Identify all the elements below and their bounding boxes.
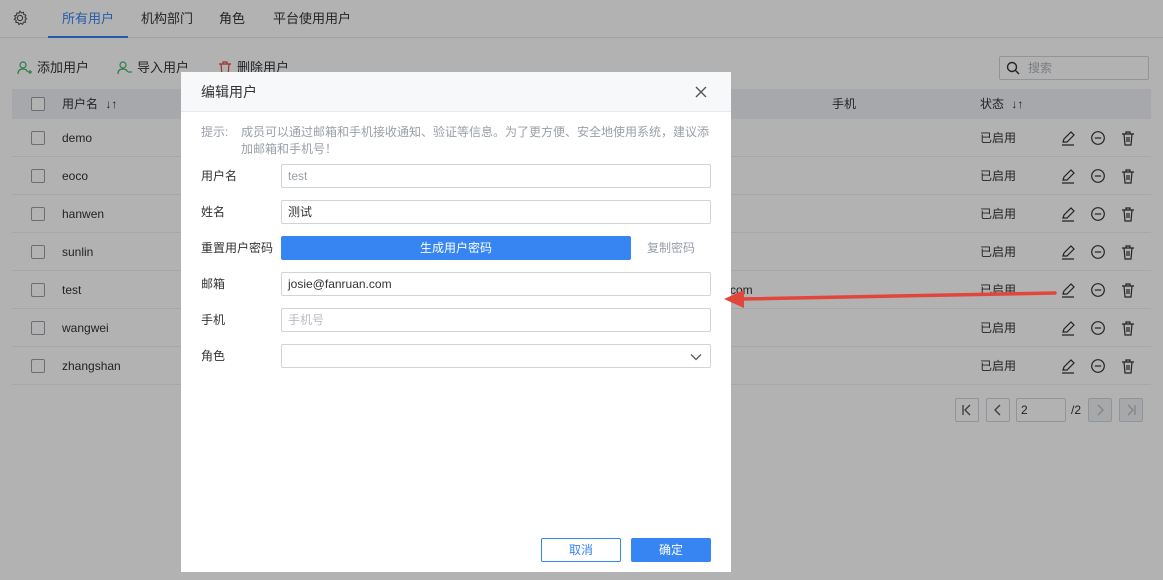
- dialog-title: 编辑用户: [201, 84, 257, 100]
- tip-text: 成员可以通过邮箱和手机接收通知、验证等信息。为了更方便、安全地使用系统，建议添加…: [241, 125, 710, 156]
- reset-password-label: 重置用户密码: [201, 241, 274, 255]
- chevron-down-icon: [690, 354, 702, 361]
- confirm-button[interactable]: 确定: [631, 538, 711, 562]
- role-select[interactable]: [281, 344, 711, 368]
- tip-label: 提示:: [201, 125, 229, 139]
- name-label: 姓名: [201, 205, 226, 219]
- dialog-header: 编辑用户: [181, 72, 731, 112]
- username-field: test: [281, 164, 711, 188]
- username-label: 用户名: [201, 169, 238, 183]
- edit-user-dialog: 编辑用户 提示: 成员可以通过邮箱和手机接收通知、验证等信息。为了更方便、安全地…: [181, 72, 731, 572]
- name-field[interactable]: 测试: [281, 200, 711, 224]
- email-label: 邮箱: [201, 277, 226, 291]
- annotation-arrow-icon: [724, 290, 1057, 308]
- generate-password-button[interactable]: 生成用户密码: [281, 236, 631, 260]
- phone-field[interactable]: 手机号: [281, 308, 711, 332]
- copy-password-link[interactable]: 复制密码: [647, 236, 695, 260]
- close-icon[interactable]: [694, 85, 708, 99]
- email-field[interactable]: josie@fanruan.com: [281, 272, 711, 296]
- cancel-button[interactable]: 取消: [541, 538, 621, 562]
- role-label: 角色: [201, 349, 226, 363]
- phone-label: 手机: [201, 313, 226, 327]
